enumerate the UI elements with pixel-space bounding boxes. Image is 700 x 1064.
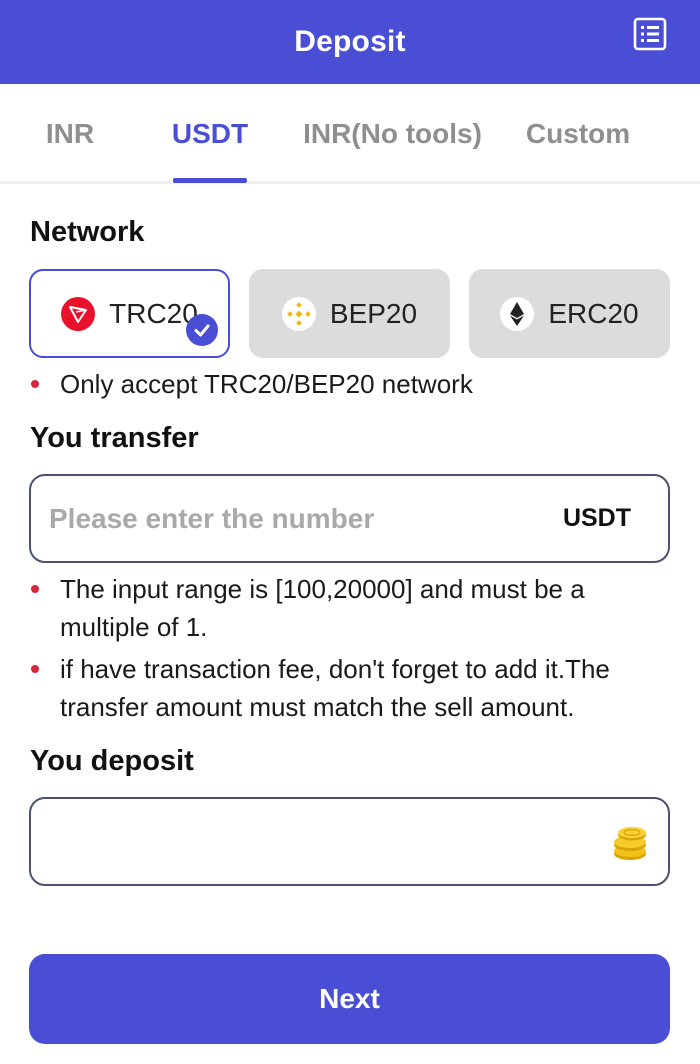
list-icon[interactable]: [633, 17, 667, 51]
tab-custom[interactable]: Custom: [520, 84, 636, 184]
transfer-unit: USDT: [562, 504, 631, 532]
check-icon: [186, 314, 218, 346]
header-bar: Deposit: [0, 0, 700, 84]
transfer-note-range-line1: The input range is [100,20000] and must …: [60, 574, 585, 604]
transfer-note-range-line2: multiple of 1.: [60, 612, 208, 642]
page-title: Deposit: [294, 25, 406, 58]
network-label: Network: [30, 216, 145, 248]
tron-icon: [61, 296, 96, 331]
transfer-note-fee-line2: transfer amount must match the sell amou…: [60, 692, 575, 722]
bullet-dot: [31, 380, 39, 388]
deposit-label: You deposit: [30, 745, 194, 777]
active-tab-indicator: [173, 178, 247, 183]
network-option-trc20[interactable]: TRC20: [29, 269, 230, 358]
deposit-amount-input[interactable]: [49, 799, 529, 884]
network-note: Only accept TRC20/BEP20 network: [60, 369, 473, 399]
ethereum-icon: [500, 296, 535, 331]
tab-usdt[interactable]: USDT: [160, 84, 260, 184]
network-option-label: TRC20: [109, 297, 198, 329]
transfer-field: USDT: [29, 474, 670, 563]
network-option-label: BEP20: [329, 297, 418, 329]
bnb-icon: [281, 296, 316, 331]
transfer-amount-input[interactable]: [49, 476, 529, 561]
next-button[interactable]: Next: [29, 954, 670, 1044]
transfer-label: You transfer: [30, 422, 199, 454]
bullet-dot: [31, 585, 39, 593]
network-option-erc20[interactable]: ERC20: [469, 269, 670, 358]
bullet-dot: [31, 665, 39, 673]
currency-tabs: INR USDT INR(No tools) Custom: [0, 84, 700, 184]
network-option-bep20[interactable]: BEP20: [249, 269, 450, 358]
transfer-note-fee-line1: if have transaction fee, don't forget to…: [60, 654, 610, 684]
coins-icon: [614, 827, 646, 860]
tab-inr-no-tools[interactable]: INR(No tools): [295, 84, 490, 184]
tab-inr[interactable]: INR: [30, 84, 110, 184]
deposit-field: [29, 797, 670, 886]
network-option-label: ERC20: [548, 297, 639, 329]
